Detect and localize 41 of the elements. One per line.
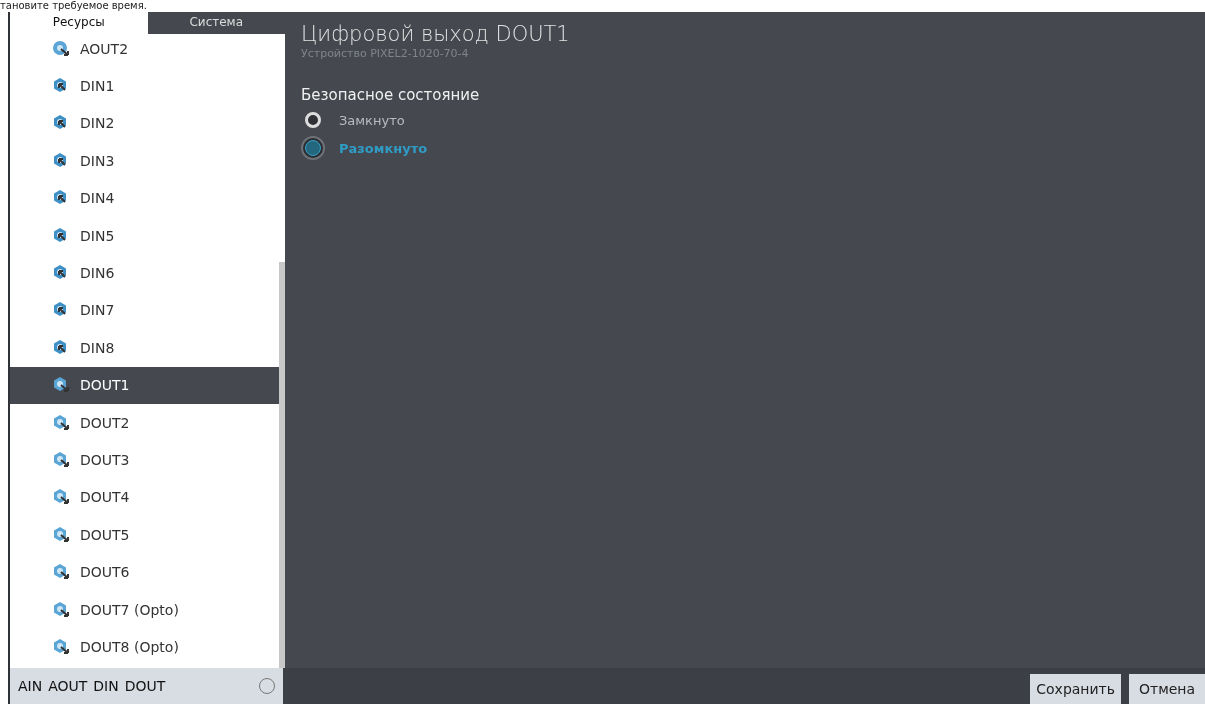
resource-item[interactable]: DIN2	[10, 104, 279, 143]
resource-item[interactable]: DIN5	[10, 216, 279, 255]
save-button[interactable]: Сохранить	[1030, 674, 1121, 704]
output-icon	[52, 39, 72, 58]
resource-item[interactable]: DOUT5	[10, 516, 279, 554]
resource-item[interactable]: DIN3	[10, 142, 279, 180]
resource-item[interactable]: DIN7	[10, 291, 279, 330]
section-heading: Безопасное состояние	[301, 86, 481, 104]
output-icon	[52, 637, 72, 656]
resource-item[interactable]: DIN1	[10, 67, 279, 105]
output-icon	[52, 413, 72, 432]
tab[interactable]: Система	[147, 12, 285, 34]
resource-item[interactable]: DIN8	[10, 329, 279, 367]
resource-item[interactable]: DOUT3	[10, 441, 279, 479]
resource-item[interactable]: DOUT6	[10, 553, 279, 591]
output-icon	[52, 563, 72, 582]
output-icon	[52, 488, 72, 507]
instruction-text: тановите требуемое время.	[0, 0, 147, 12]
page-title: Цифровой выход DOUT1	[301, 22, 571, 46]
filter-label[interactable]: DOUT	[124, 678, 166, 694]
resource-item[interactable]: AOUT2	[10, 34, 279, 68]
filter-label[interactable]: AOUT	[48, 678, 88, 694]
resource-item[interactable]: DIN4	[10, 179, 279, 217]
output-icon	[52, 451, 72, 469]
resource-item[interactable]: DOUT7 (Opto)	[10, 590, 279, 629]
output-icon	[52, 600, 72, 619]
filter-label[interactable]: AIN	[18, 678, 43, 694]
output-icon	[52, 376, 72, 395]
resource-item[interactable]: DOUT8 (Opto)	[10, 628, 279, 666]
resource-item[interactable]: DOUT2	[10, 403, 279, 442]
device-subtitle: Устройство PIXEL2-1020-70-4	[301, 47, 470, 60]
resource-item[interactable]: DOUT1	[10, 366, 279, 404]
scrollbar-thumb[interactable]	[279, 262, 285, 668]
output-icon	[52, 525, 72, 544]
radio-label: Разомкнуто	[339, 140, 428, 156]
radio-button[interactable]	[301, 136, 325, 160]
resource-item[interactable]: DIN6	[10, 254, 279, 292]
filter-label[interactable]: DIN	[93, 678, 119, 694]
resource-item[interactable]: DOUT4	[10, 478, 279, 517]
cancel-button[interactable]: Отмена	[1129, 674, 1205, 704]
radio-label: Замкнуто	[339, 112, 405, 128]
